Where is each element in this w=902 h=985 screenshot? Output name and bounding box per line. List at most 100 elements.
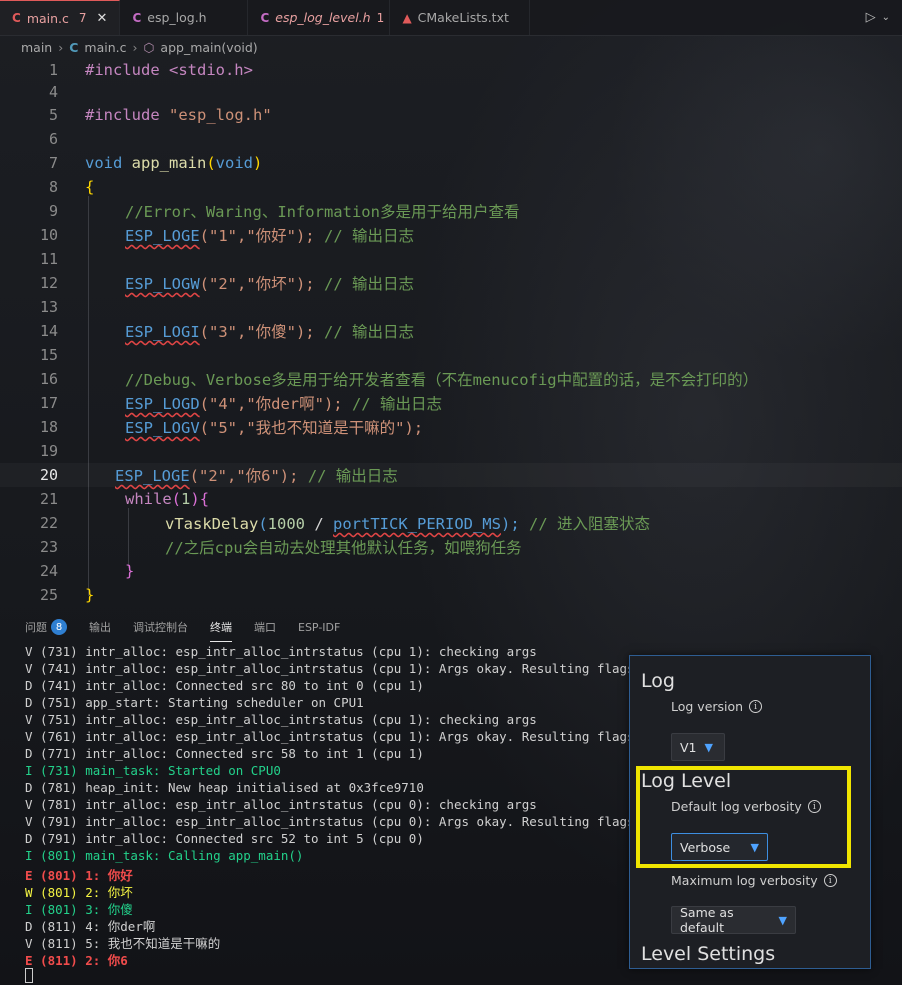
- line-number: 7: [48, 154, 58, 172]
- close-icon[interactable]: ✕: [97, 11, 108, 26]
- panel-tab-bar: 问题 8 输出 调试控制台 终端 端口 ESP-IDF: [0, 612, 902, 642]
- line-number: 10: [39, 226, 58, 244]
- code-text: "esp_log.h": [169, 106, 272, 124]
- code-text: ("5","我也不知道是干嘛的");: [199, 419, 424, 437]
- code-text: #include <stdio.h>: [85, 61, 253, 79]
- c-file-icon: C: [69, 39, 79, 55]
- line-number: 11: [39, 250, 58, 268]
- tab-label: ESP-IDF: [298, 620, 341, 634]
- log-version-select[interactable]: V1 ▼: [671, 733, 725, 761]
- code-line: 15: [0, 343, 902, 367]
- tab-esp-idf[interactable]: ESP-IDF: [298, 612, 340, 642]
- default-verbosity-label: Default log verbosity i: [671, 799, 821, 814]
- chevron-down-icon[interactable]: ⌄: [882, 12, 890, 23]
- code-line: 19: [0, 439, 902, 463]
- code-text: );: [500, 515, 520, 533]
- tab-ports[interactable]: 端口: [254, 612, 276, 642]
- line-number: 9: [48, 202, 58, 220]
- code-line: 23 //之后cpu会自动去处理其他默认任务，如喂狗任务: [0, 535, 902, 559]
- line-number: 1: [48, 61, 58, 79]
- code-text: 1: [181, 490, 191, 508]
- line-number: 19: [39, 442, 58, 460]
- tab-label: 端口: [254, 621, 276, 634]
- terminal-line: I (801) 3: 你傻: [25, 902, 133, 917]
- editor-actions: ▷ ⌄: [866, 0, 902, 35]
- terminal-line: V (761) intr_alloc: esp_intr_alloc_intrs…: [25, 729, 680, 744]
- code-text: ("1","你好");: [199, 227, 315, 245]
- line-number: 21: [39, 490, 58, 508]
- code-editor[interactable]: 1 #include <stdio.h> 4 5 #include "esp_l…: [0, 58, 902, 608]
- code-text: ("4","你der啊");: [199, 395, 343, 413]
- max-verbosity-select[interactable]: Same as default ▼: [671, 905, 796, 935]
- line-number: 6: [48, 130, 58, 148]
- chevron-down-icon: ▼: [778, 913, 787, 927]
- line-number: 13: [39, 298, 58, 316]
- tab-label: esp_log.h: [147, 10, 207, 25]
- section-title-log: Log: [641, 670, 675, 692]
- code-text: }: [125, 562, 135, 580]
- terminal-line: V (811) 5: 我也不知道是干嘛的: [25, 936, 221, 951]
- code-line: 18 ESP_LOGV("5","我也不知道是干嘛的");: [0, 415, 902, 439]
- line-number: 17: [39, 394, 58, 412]
- code-text: ){: [190, 490, 210, 508]
- problems-count-badge: 8: [51, 619, 67, 635]
- terminal-line: V (791) intr_alloc: esp_intr_alloc_intrs…: [25, 814, 665, 829]
- terminal-cursor: [25, 968, 33, 983]
- info-icon[interactable]: i: [823, 874, 837, 887]
- code-text: void: [85, 154, 123, 172]
- tab-terminal[interactable]: 终端: [210, 612, 232, 642]
- tab-label: 问题: [25, 621, 47, 634]
- code-text: ESP_LOGW: [125, 275, 200, 293]
- terminal-line: D (781) heap_init: New heap initialised …: [25, 780, 424, 795]
- line-number: 4: [48, 83, 58, 101]
- line-number: 20: [39, 466, 58, 484]
- tab-esp-log-h[interactable]: C esp_log.h: [120, 0, 249, 35]
- info-icon[interactable]: i: [749, 700, 763, 713]
- code-text: //之后cpu会自动去处理其他默认任务，如喂狗任务: [165, 539, 522, 557]
- breadcrumb-file[interactable]: main.c: [84, 40, 126, 55]
- info-icon[interactable]: i: [807, 800, 821, 813]
- line-number: 15: [39, 346, 58, 364]
- line-number: 23: [39, 538, 58, 556]
- code-line: 5 #include "esp_log.h": [0, 103, 902, 127]
- log-version-label: Log version i: [671, 699, 763, 714]
- tab-cmakelists[interactable]: ▲ CMakeLists.txt: [390, 0, 531, 35]
- breadcrumb-folder[interactable]: main: [21, 40, 52, 55]
- terminal-line: E (811) 2: 你6: [25, 953, 128, 968]
- terminal-line: D (751) app_start: Starting scheduler on…: [25, 695, 364, 710]
- code-text: (: [258, 515, 268, 533]
- line-number: 24: [39, 562, 58, 580]
- run-debug-icon[interactable]: ▷: [866, 10, 876, 25]
- tab-problems[interactable]: 问题 8: [25, 612, 67, 642]
- code-line: 8 {: [0, 175, 902, 199]
- code-text: /: [305, 515, 333, 533]
- label-text: Maximum log verbosity: [671, 873, 818, 888]
- code-text: 1000: [267, 515, 305, 533]
- code-text: (: [171, 490, 182, 508]
- default-verbosity-select[interactable]: Verbose ▼: [671, 833, 768, 861]
- function-symbol-icon: ⬡: [143, 39, 155, 55]
- line-number: 18: [39, 418, 58, 436]
- code-line: 9 //Error、Waring、Information多是用于给用户查看: [0, 199, 902, 223]
- tab-output[interactable]: 输出: [89, 612, 111, 642]
- code-text: // 输出日志: [314, 323, 414, 341]
- code-text: ESP_LOGV: [125, 419, 200, 437]
- breadcrumb-symbol[interactable]: app_main(void): [160, 40, 257, 55]
- tab-esp-log-level-h[interactable]: C esp_log_level.h 1: [248, 0, 391, 35]
- c-header-icon: C: [260, 10, 270, 25]
- code-line: 12 ESP_LOGW("2","你坏"); // 输出日志: [0, 271, 902, 295]
- code-line: 16 //Debug、Verbose多是用于给开发者查看（不在menucofig…: [0, 367, 902, 391]
- code-text: void: [215, 154, 253, 172]
- tab-label: main.c: [26, 10, 69, 26]
- line-number: 8: [48, 178, 58, 196]
- tab-main-c[interactable]: C main.c 7 ✕: [0, 0, 121, 35]
- section-title-log-level: Log Level: [641, 770, 732, 792]
- line-number: 14: [39, 322, 58, 340]
- line-number: 5: [48, 106, 58, 124]
- code-text: // 输出日志: [314, 227, 414, 245]
- terminal-line: E (801) 1: 你好: [25, 868, 133, 883]
- tab-debug-console[interactable]: 调试控制台: [133, 612, 188, 642]
- code-line: 13: [0, 295, 902, 319]
- code-line: 1 #include <stdio.h>: [0, 58, 902, 82]
- code-text: ("2","你坏");: [199, 275, 315, 293]
